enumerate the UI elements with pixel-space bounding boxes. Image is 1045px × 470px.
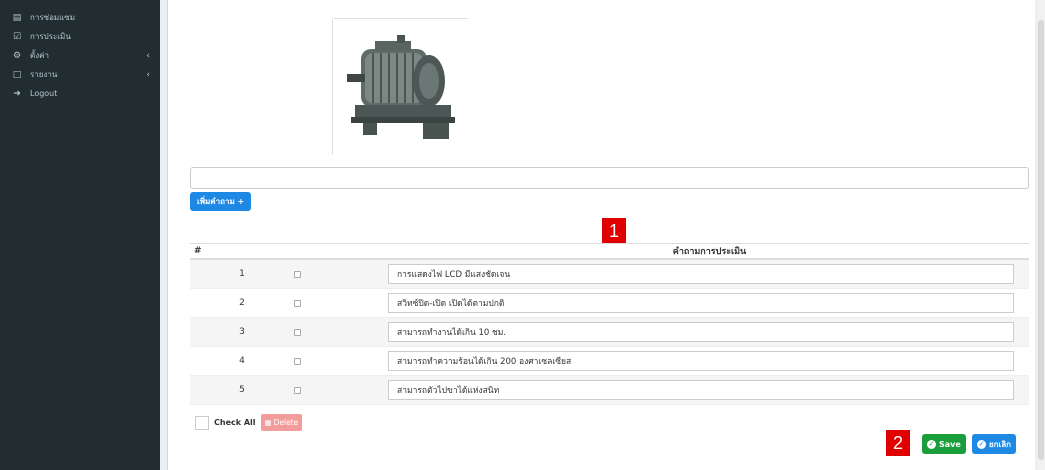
check-all-label: Check All [214,418,256,427]
sidebar-item-report[interactable]: □ รายงาน ‹ [0,65,160,84]
check-all-checkbox[interactable] [195,415,209,430]
question-field[interactable]: สามารถทำงานได้เกิน 10 ชม. [388,322,1014,342]
equipment-photo [332,18,471,157]
question-field[interactable]: สวิทซ์ปิด-เปิด เปิดได้ตามปกติ [388,293,1014,313]
sidebar-item-label: รายงาน [30,70,58,79]
table-row: 4 สามารถทำความร้อนได้เกิน 200 องศาเซลเซี… [190,347,1029,376]
sidebar-item-logout[interactable]: ➜ Logout [0,84,160,103]
column-header-number: # [194,246,202,256]
check-circle-icon: ✓ [977,439,986,449]
row-number: 3 [239,327,245,337]
trash-icon: ▦ [264,418,272,427]
row-checkbox[interactable] [294,357,301,365]
cancel-button[interactable]: ✓ ยกเลิก [972,434,1017,454]
sidebar-item-settings[interactable]: ⚙ ตั้งค่า ‹ [0,46,160,65]
sidebar-item-repair[interactable]: ▤ การซ่อมแซม [0,8,160,27]
vertical-scrollbar[interactable] [1037,0,1045,470]
scrollbar-thumb[interactable] [1038,20,1044,460]
add-question-button[interactable]: เพิ่มคำถาม + [190,192,252,211]
sidebar-item-label: การประเมิน [30,32,71,41]
delete-button[interactable]: ▦ Delete [260,414,303,431]
row-checkbox[interactable] [294,270,301,278]
question-field[interactable]: สามารถทำความร้อนได้เกิน 200 องศาเซลเซียส [388,351,1014,371]
row-checkbox[interactable] [294,328,301,336]
check-square-icon: ☑ [12,31,22,42]
table-row: 3 สามารถทำงานได้เกิน 10 ชม. [190,318,1029,347]
row-number: 2 [239,298,245,308]
chevron-left-icon: ‹ [146,50,150,61]
table-row: 1 การแสดงไฟ LCD มีแสงชัดเจน [190,260,1029,289]
gear-icon: ⚙ [12,50,22,61]
sidebar-item-label: Logout [30,89,58,98]
question-field[interactable]: สามารถตัวไปขาได้แห่งสนิท [388,380,1014,400]
annotation-marker-2: 2 [886,430,910,456]
save-button[interactable]: ✓ Save [922,434,966,454]
sign-out-icon: ➜ [13,88,21,99]
column-header-question: คำถามการประเมิน [672,247,747,257]
content-box: เพิ่มคำถาม + 1 # คำถามการประเมิน 1 การแส… [167,0,1045,470]
main-content: เพิ่มคำถาม + 1 # คำถามการประเมิน 1 การแส… [160,0,1045,470]
sidebar-item-label: ตั้งค่า [30,51,49,60]
sidebar: ▤ การซ่อมแซม ☑ การประเมิน ⚙ ตั้งค่า ‹ □ … [0,0,160,470]
row-number: 4 [239,356,245,366]
chevron-left-icon: ‹ [146,69,150,80]
row-number: 1 [239,269,245,279]
check-all-group: Check All ▦ Delete [195,414,303,431]
row-number: 5 [239,385,245,395]
file-icon: ▤ [12,12,22,23]
question-field[interactable]: การแสดงไฟ LCD มีแสงชัดเจน [388,264,1014,284]
table-row: 5 สามารถตัวไปขาได้แห่งสนิท [190,376,1029,405]
sidebar-item-label: การซ่อมแซม [30,13,75,22]
pdf-file-icon: □ [12,69,22,80]
table-row: 2 สวิทซ์ปิด-เปิด เปิดได้ตามปกติ [190,289,1029,318]
sidebar-item-evaluation[interactable]: ☑ การประเมิน [0,27,160,46]
annotation-marker-1: 1 [602,218,626,244]
check-circle-icon: ✓ [927,439,936,449]
question-input[interactable] [190,167,1029,189]
table-header: # คำถามการประเมิน [190,243,1029,260]
evaluation-table: # คำถามการประเมิน 1 การแสดงไฟ LCD มีแสงช… [190,243,1029,405]
row-checkbox[interactable] [294,386,301,394]
row-checkbox[interactable] [294,299,301,307]
